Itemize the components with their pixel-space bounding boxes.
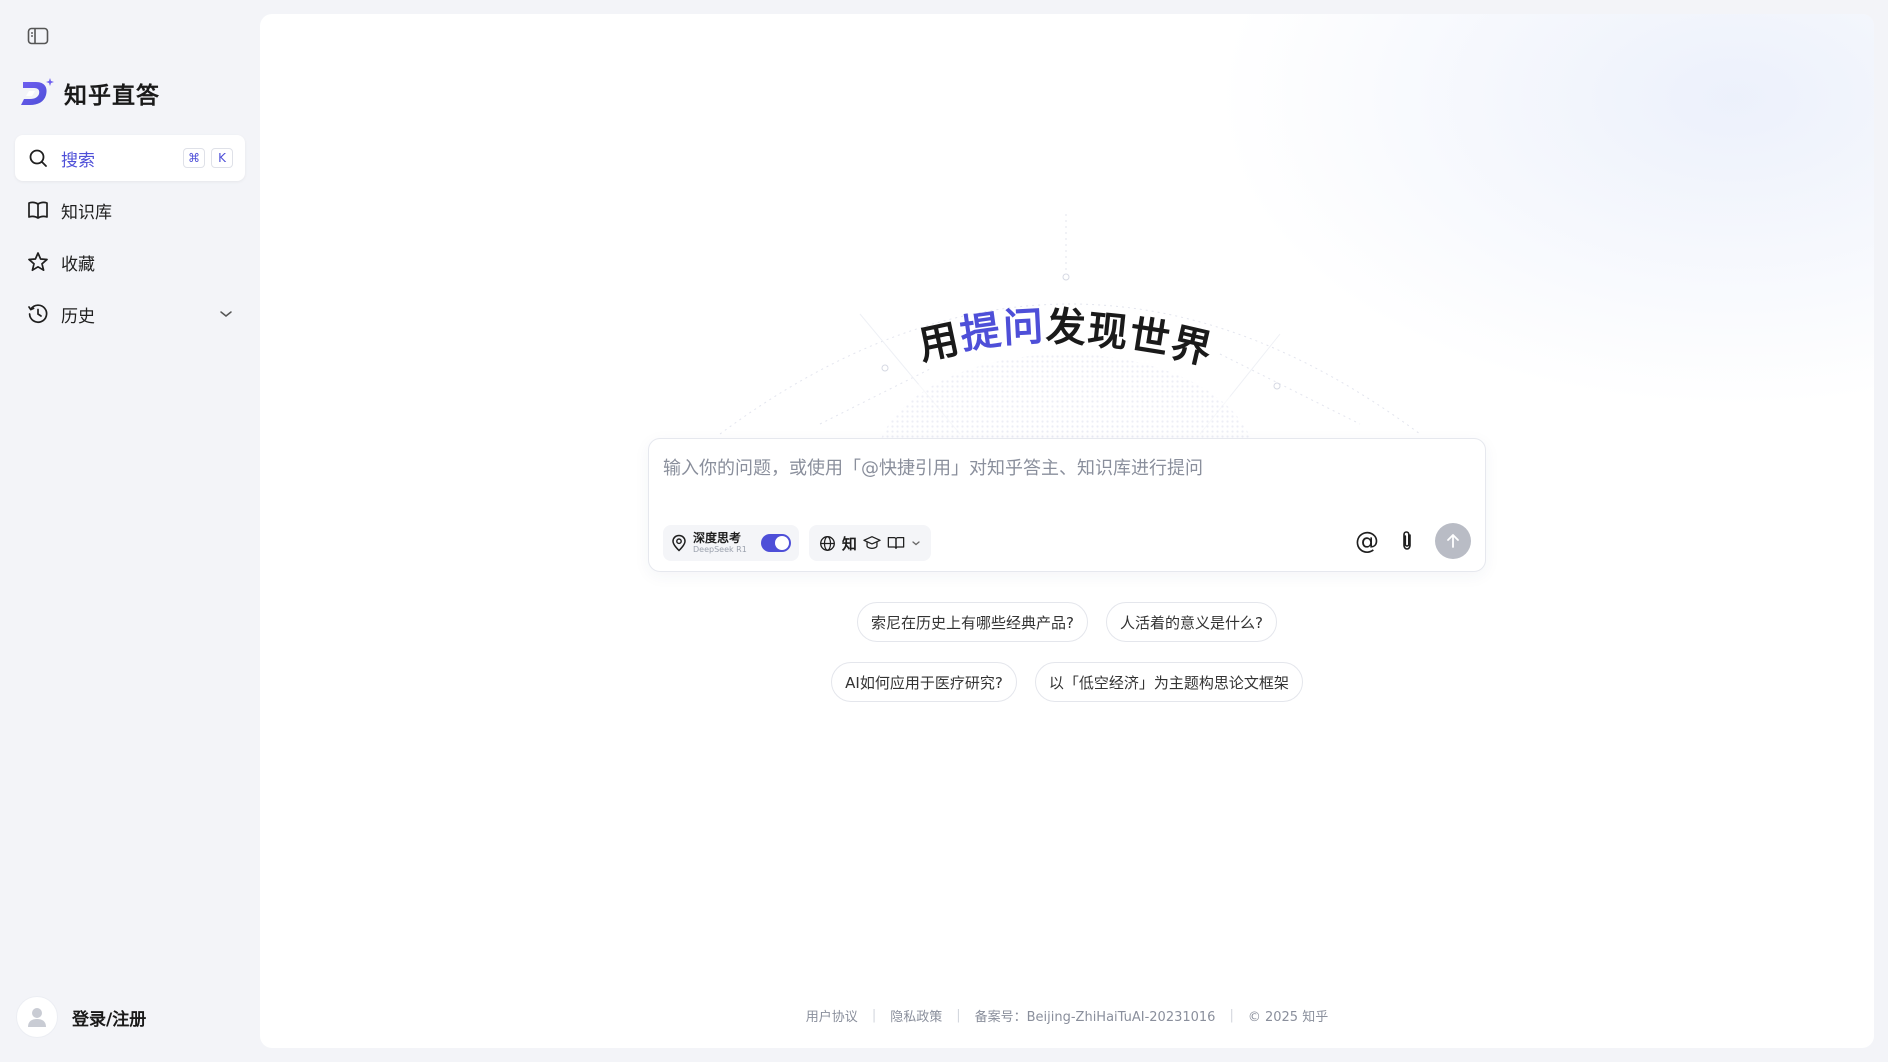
- deep-think-title: 深度思考: [693, 531, 742, 545]
- login-register-button[interactable]: 登录/注册: [16, 996, 146, 1038]
- suggestion-chip[interactable]: AI如何应用于医疗研究?: [831, 662, 1017, 702]
- sidebar-nav: 搜索 ⌘ K 知识库 收藏 历史: [15, 135, 245, 343]
- login-label: 登录/注册: [72, 1009, 147, 1030]
- arrow-up-icon: [1447, 534, 1459, 548]
- suggestion-chip[interactable]: 索尼在历史上有哪些经典产品?: [857, 602, 1088, 642]
- deep-think-toggle[interactable]: 深度思考 DeepSeek R1: [663, 525, 799, 561]
- user-agreement-link[interactable]: 用户协议: [806, 1006, 858, 1025]
- clock-icon: [27, 303, 49, 325]
- switch-knob: [774, 536, 789, 550]
- footer-divider: |: [1229, 1008, 1234, 1023]
- sidebar-item-favorites[interactable]: 收藏: [15, 239, 245, 285]
- main-panel: 用 提 问 发 现 世 界 深度思考 DeepSeek R1: [260, 14, 1874, 1048]
- logo-icon: [21, 78, 54, 105]
- graduation-cap-icon: [863, 536, 881, 550]
- location-pin-icon: [672, 534, 686, 552]
- send-button[interactable]: [1435, 523, 1471, 559]
- sidebar-item-label: 历史: [61, 306, 95, 327]
- deep-think-switch[interactable]: [760, 534, 791, 552]
- star-icon: [27, 251, 49, 273]
- globe-illustration: [719, 214, 1421, 444]
- sidebar-toggle-button[interactable]: [24, 24, 52, 48]
- mention-button[interactable]: @: [1355, 527, 1379, 555]
- footer: 用户协议 | 隐私政策 | 备案号：Beijing-ZhiHaiTuAI-202…: [260, 1006, 1874, 1025]
- source-selector[interactable]: 知: [808, 525, 931, 561]
- globe-icon: [819, 535, 835, 551]
- copyright: © 2025 知乎: [1247, 1010, 1329, 1025]
- shortcut-key-k: K: [211, 148, 233, 168]
- deep-think-label: 深度思考 DeepSeek R1: [693, 532, 747, 554]
- sidebar-item-label: 搜索: [61, 150, 95, 171]
- chevron-down-icon[interactable]: [219, 309, 233, 319]
- shortcut-key-cmd: ⌘: [183, 148, 205, 168]
- suggestion-chip[interactable]: 人活着的意义是什么?: [1106, 602, 1277, 642]
- question-input[interactable]: [663, 453, 1463, 483]
- search-icon: [27, 147, 49, 169]
- footer-divider: |: [871, 1008, 877, 1023]
- user-icon: [28, 1008, 46, 1027]
- book-icon: [27, 199, 49, 221]
- logo[interactable]: 知乎直答: [20, 76, 160, 110]
- sidebar: 知乎直答 搜索 ⌘ K 知识库 收藏 历史 登录/注册: [0, 0, 260, 1062]
- zhihu-source-icon: 知: [841, 534, 857, 553]
- paperclip-icon: [1403, 531, 1411, 550]
- attach-button[interactable]: [1397, 529, 1417, 553]
- app-name: 知乎直答: [64, 83, 160, 109]
- sidebar-toggle-icon: [27, 27, 49, 45]
- sidebar-item-search[interactable]: 搜索 ⌘ K: [15, 135, 245, 181]
- footer-divider: |: [956, 1008, 961, 1023]
- icp-record-link[interactable]: 备案号：Beijing-ZhiHaiTuAI-20231016: [975, 1006, 1216, 1025]
- privacy-policy-link[interactable]: 隐私政策: [890, 1006, 942, 1025]
- chip-row: 索尼在历史上有哪些经典产品? 人活着的意义是什么?: [260, 602, 1874, 642]
- suggestion-chips: 索尼在历史上有哪些经典产品? 人活着的意义是什么? AI如何应用于医疗研究? 以…: [260, 602, 1874, 722]
- sidebar-item-label: 知识库: [61, 202, 112, 223]
- deep-think-model: DeepSeek R1: [693, 545, 747, 554]
- composer-actions: @: [1355, 523, 1471, 559]
- sidebar-item-knowledge-base[interactable]: 知识库: [15, 187, 245, 233]
- question-composer: 深度思考 DeepSeek R1 知: [648, 438, 1486, 572]
- open-book-icon: [887, 536, 905, 550]
- chevron-down-icon: [912, 541, 920, 546]
- suggestion-chip[interactable]: 以「低空经济」为主题构思论文框架: [1034, 662, 1303, 702]
- chip-row: AI如何应用于医疗研究? 以「低空经济」为主题构思论文框架: [260, 662, 1874, 702]
- sidebar-item-label: 收藏: [61, 254, 95, 275]
- search-shortcut: ⌘ K: [183, 148, 233, 168]
- avatar: [16, 996, 58, 1038]
- sidebar-item-history[interactable]: 历史: [15, 291, 245, 337]
- composer-options: 深度思考 DeepSeek R1 知: [663, 525, 931, 561]
